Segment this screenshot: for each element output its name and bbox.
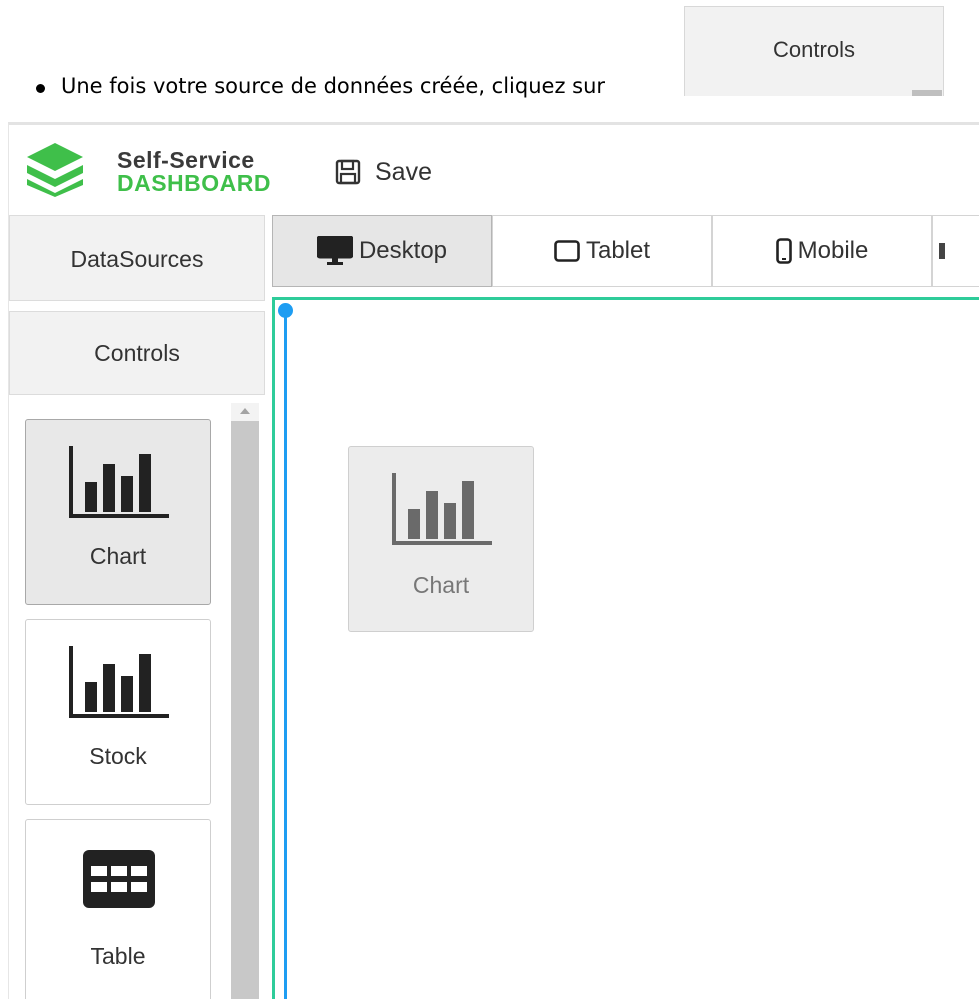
- design-canvas[interactable]: [272, 297, 979, 999]
- instruction-text: Une fois votre source de données créée, …: [61, 74, 606, 98]
- control-item-label: Chart: [89, 543, 147, 569]
- control-item-chart[interactable]: Chart: [25, 419, 211, 605]
- control-list: Chart Stock Table: [9, 409, 265, 999]
- tab-desktop-label: Desktop: [358, 237, 448, 264]
- dashboard-app: Self-Service DASHBOARD Save DataSources …: [8, 122, 979, 999]
- bullet-icon: [36, 84, 45, 93]
- tab-controls-label: Controls: [94, 340, 180, 366]
- control-item-label: Stock: [89, 743, 147, 769]
- logo-line2: DASHBOARD: [117, 170, 271, 196]
- desktop-icon: [316, 236, 353, 265]
- partial-device-icon: [939, 243, 945, 259]
- tablet-icon: [554, 240, 580, 262]
- tab-overflow[interactable]: [932, 215, 979, 287]
- tab-mobile-label: Mobile: [797, 237, 869, 264]
- logo-line1: Self-Service: [117, 147, 255, 173]
- document-instruction: Une fois votre source de données créée, …: [0, 0, 979, 120]
- control-item-label: Table: [90, 943, 146, 969]
- canvas-chart-widget[interactable]: Chart: [348, 446, 534, 632]
- tab-desktop[interactable]: Desktop: [272, 215, 492, 287]
- control-item-table[interactable]: Table: [25, 819, 211, 999]
- control-item-stock[interactable]: Stock: [25, 619, 211, 805]
- sidebar-scrollbar[interactable]: [231, 421, 259, 999]
- alignment-guide: [284, 309, 287, 999]
- chevron-up-icon: [240, 408, 250, 414]
- tab-controls[interactable]: Controls: [9, 311, 265, 395]
- mobile-icon: [775, 238, 792, 264]
- controls-callout: Controls: [684, 6, 944, 96]
- tab-datasources[interactable]: DataSources: [9, 215, 265, 301]
- top-bar: Self-Service DASHBOARD Save: [9, 125, 979, 213]
- tab-datasources-label: DataSources: [70, 246, 204, 272]
- tab-tablet[interactable]: Tablet: [492, 215, 712, 287]
- scrollbar-up-button[interactable]: [231, 403, 259, 421]
- tab-mobile[interactable]: Mobile: [712, 215, 932, 287]
- logo-text: Self-Service DASHBOARD: [117, 149, 271, 195]
- save-button[interactable]: Save: [335, 157, 432, 187]
- canvas-widget-label: Chart: [412, 572, 470, 598]
- callout-scrollbar: [912, 90, 942, 96]
- device-tabs: Desktop Tablet Mobile: [272, 215, 979, 287]
- tab-tablet-label: Tablet: [585, 237, 651, 264]
- resize-handle[interactable]: [278, 303, 293, 318]
- controls-callout-label: Controls: [773, 37, 855, 62]
- bar-chart-icon: [69, 446, 169, 518]
- floppy-disk-icon: [335, 159, 361, 185]
- layers-logo-icon: [27, 143, 83, 197]
- bar-chart-icon: [392, 473, 492, 545]
- table-grid-icon: [83, 850, 155, 908]
- save-label: Save: [375, 157, 432, 186]
- bar-chart-icon: [69, 646, 169, 718]
